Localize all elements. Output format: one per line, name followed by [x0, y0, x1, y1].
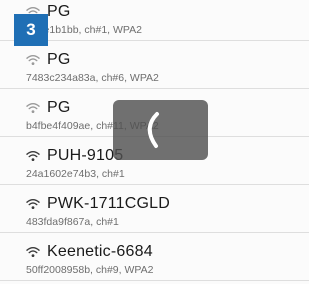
network-ssid: Keenetic-6684 [47, 243, 153, 260]
network-details: 50ff2008958b, ch#9, WPA2 [26, 264, 154, 276]
wifi-icon [26, 247, 40, 257]
list-item[interactable]: Keenetic-6684 50ff2008958b, ch#9, WPA2 [0, 233, 309, 281]
wifi-icon [26, 199, 40, 209]
loading-spinner-icon [147, 112, 159, 148]
network-ssid: PUH-9105 [47, 147, 124, 164]
step-number-badge: 3 [14, 14, 48, 46]
network-details: 7483c234a83a, ch#6, WPA2 [26, 72, 159, 84]
wifi-icon [26, 151, 40, 161]
list-item[interactable]: PG 7483c234a83a, ch#6, WPA2 [0, 41, 309, 89]
wifi-icon [26, 103, 40, 113]
network-details: 483fda9f867a, ch#1 [26, 216, 119, 228]
network-details: 24a1602e74b3, ch#1 [26, 168, 125, 180]
network-ssid: PG [47, 51, 71, 68]
network-ssid: PWK-1711CGLD [47, 195, 171, 212]
list-item[interactable]: PWK-1711CGLD 483fda9f867a, ch#1 [0, 185, 309, 233]
wifi-icon [26, 55, 40, 65]
network-ssid: PG [47, 99, 71, 116]
network-ssid: PG [47, 3, 71, 20]
loading-overlay [113, 100, 208, 160]
wifi-scan-screen: PG 829e1b1bb, ch#1, WPA2 PG 7483c234a83a… [0, 0, 309, 284]
